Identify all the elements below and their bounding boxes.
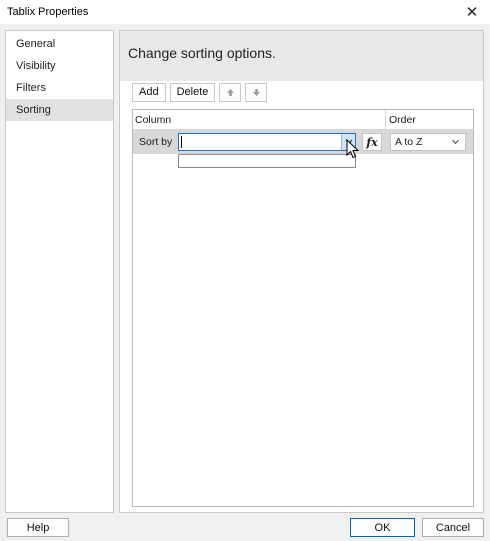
sort-by-label: Sort by bbox=[139, 136, 173, 148]
close-icon: ✕ bbox=[465, 4, 479, 21]
title-bar: Tablix Properties ✕ bbox=[0, 0, 490, 24]
order-header: Order bbox=[389, 114, 416, 126]
panel-header: Change sorting options. bbox=[120, 31, 483, 81]
mouse-pointer-icon bbox=[346, 139, 360, 159]
nav-item-visibility[interactable]: Visibility bbox=[6, 55, 113, 77]
order-combobox[interactable]: A to Z bbox=[390, 133, 466, 151]
sort-column-dropdown-list[interactable] bbox=[178, 154, 356, 168]
arrow-down-icon bbox=[252, 89, 260, 96]
nav-item-label: Visibility bbox=[16, 60, 56, 72]
sort-column-combobox[interactable] bbox=[178, 133, 356, 151]
close-button[interactable]: ✕ bbox=[454, 0, 490, 24]
category-nav: General Visibility Filters Sorting bbox=[5, 30, 114, 513]
arrow-up-icon bbox=[226, 89, 234, 96]
grid-header: Column Order bbox=[133, 110, 473, 130]
column-header: Column bbox=[135, 114, 172, 126]
chevron-down-icon bbox=[452, 139, 459, 145]
nav-item-label: General bbox=[16, 38, 56, 50]
nav-item-general[interactable]: General bbox=[6, 33, 113, 55]
nav-item-filters[interactable]: Filters bbox=[6, 77, 113, 99]
page-title: Change sorting options. bbox=[128, 45, 276, 61]
fx-icon: fx bbox=[366, 135, 378, 149]
column-divider bbox=[385, 110, 386, 130]
order-value: A to Z bbox=[395, 136, 423, 148]
move-down-button[interactable] bbox=[245, 83, 268, 102]
nav-item-label: Sorting bbox=[16, 104, 51, 116]
nav-item-label: Filters bbox=[16, 82, 46, 94]
ok-button[interactable]: OK bbox=[350, 518, 415, 537]
delete-button[interactable]: Delete bbox=[169, 83, 216, 102]
nav-item-sorting[interactable]: Sorting bbox=[6, 99, 113, 121]
cancel-button[interactable]: Cancel bbox=[422, 518, 484, 537]
sort-toolbar: Add Delete bbox=[132, 83, 268, 103]
sort-grid: Column Order Sort by fx A to Z bbox=[132, 109, 474, 507]
sort-row: Sort by fx A to Z bbox=[133, 130, 473, 154]
text-caret bbox=[181, 136, 182, 148]
expression-button[interactable]: fx bbox=[362, 133, 382, 151]
window-title: Tablix Properties bbox=[7, 6, 89, 18]
add-button[interactable]: Add bbox=[132, 83, 166, 102]
sorting-panel: Change sorting options. Add Delete Colum… bbox=[119, 30, 484, 513]
help-button[interactable]: Help bbox=[7, 518, 69, 537]
move-up-button[interactable] bbox=[219, 83, 242, 102]
